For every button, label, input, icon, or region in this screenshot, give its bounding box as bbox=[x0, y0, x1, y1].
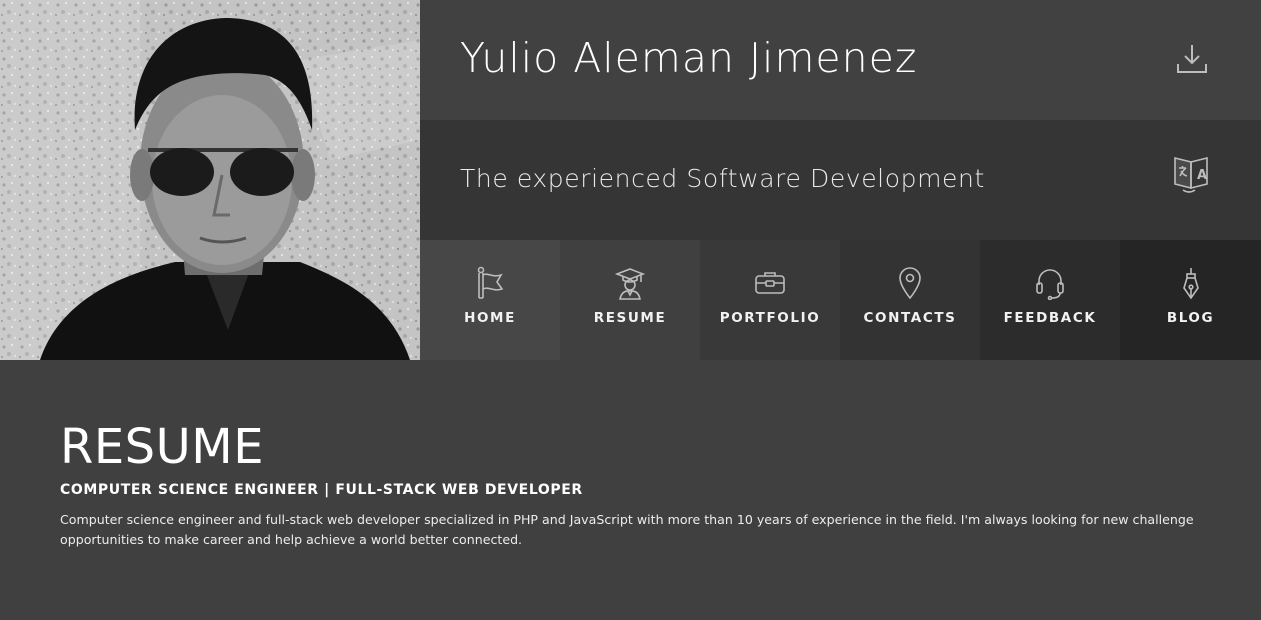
main-nav: HOME RESUME PORTFOLIO CONTACTS FEEDBACK … bbox=[420, 240, 1261, 360]
nav-label-feedback: FEEDBACK bbox=[1003, 310, 1097, 326]
graduate-icon bbox=[614, 268, 646, 300]
pen-nib-icon bbox=[1182, 268, 1199, 300]
flag-icon bbox=[477, 266, 504, 299]
profile-photo bbox=[0, 0, 420, 360]
headset-icon bbox=[1036, 269, 1064, 300]
section-description: Computer science engineer and full-stack… bbox=[60, 512, 1194, 547]
nav-item-contacts[interactable]: CONTACTS bbox=[840, 240, 980, 360]
nav-label-blog: BLOG bbox=[1166, 310, 1215, 326]
section-subtitle: COMPUTER SCIENCE ENGINEER | FULL-STACK W… bbox=[60, 482, 583, 498]
location-pin-icon bbox=[899, 267, 921, 300]
header-tagline-row: The experienced Software Development A bbox=[420, 120, 1261, 240]
nav-item-resume[interactable]: RESUME bbox=[560, 240, 700, 360]
nav-item-portfolio[interactable]: PORTFOLIO bbox=[700, 240, 840, 360]
nav-label-resume: RESUME bbox=[593, 310, 667, 326]
profile-tagline: The experienced Software Development bbox=[460, 164, 985, 193]
translate-icon[interactable]: A bbox=[1173, 154, 1209, 194]
section-title: RESUME bbox=[60, 419, 265, 475]
nav-label-home: HOME bbox=[464, 310, 516, 326]
profile-name: Yulio Aleman Jimenez bbox=[460, 34, 918, 82]
resume-section: RESUME COMPUTER SCIENCE ENGINEER | FULL-… bbox=[0, 360, 1261, 620]
nav-item-blog[interactable]: BLOG bbox=[1120, 240, 1261, 360]
nav-label-portfolio: PORTFOLIO bbox=[719, 310, 821, 326]
nav-label-contacts: CONTACTS bbox=[863, 310, 957, 326]
nav-item-home[interactable]: HOME bbox=[420, 240, 560, 360]
download-icon[interactable] bbox=[1175, 42, 1209, 76]
header-name-row: Yulio Aleman Jimenez bbox=[420, 0, 1261, 120]
nav-item-feedback[interactable]: FEEDBACK bbox=[980, 240, 1120, 360]
svg-text:A: A bbox=[1197, 168, 1207, 183]
briefcase-icon bbox=[755, 272, 785, 294]
profile-photo-illustration bbox=[0, 0, 420, 360]
